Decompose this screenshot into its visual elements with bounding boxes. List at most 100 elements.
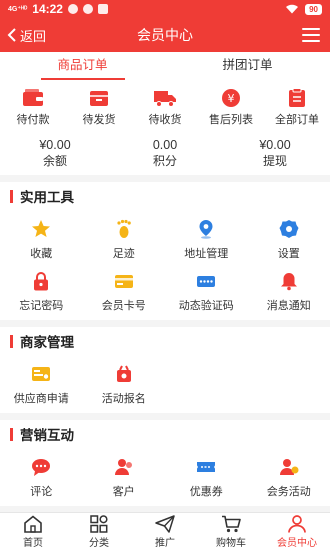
tool-label: 忘记密码 <box>19 300 64 312</box>
marketing-coupons[interactable]: 优惠券 <box>165 452 248 504</box>
chevron-left-icon <box>7 28 16 42</box>
yen-refund-icon: ¥ <box>222 89 240 107</box>
nav-cart[interactable]: 购物车 <box>198 513 264 550</box>
tool-label: 地址管理 <box>184 248 229 260</box>
location-icon <box>199 220 213 239</box>
nav-label: 购物车 <box>216 537 246 549</box>
merchant-label: 供应商申请 <box>13 393 69 405</box>
merchant-event-signup[interactable]: 活动报名 <box>83 359 166 411</box>
marketing-comments[interactable]: 评论 <box>0 452 83 504</box>
home-icon <box>24 514 42 533</box>
back-button[interactable]: 返回 <box>0 26 46 45</box>
tool-label: 收藏 <box>30 248 53 260</box>
bottom-nav: 首页 分类 推广 购物车 会员中心 <box>0 512 330 550</box>
nav-home[interactable]: 首页 <box>0 513 66 550</box>
header-bar: 返回 会员中心 <box>0 18 330 52</box>
section-title: 商家管理 <box>20 335 74 350</box>
tool-label: 足迹 <box>112 248 135 260</box>
tool-settings[interactable]: 设置 <box>248 214 330 266</box>
tools-section: 实用工具 收藏 足迹 地址管理 设置 忘记密码 会员卡号 动态验证码 消息通知 <box>0 182 330 320</box>
marketing-grid: 评论 客户 优惠券 会务活动 <box>0 448 330 506</box>
tools-grid: 收藏 足迹 地址管理 设置 忘记密码 会员卡号 动态验证码 消息通知 <box>0 210 330 320</box>
stat-label: 余额 <box>42 154 67 168</box>
nav-label: 首页 <box>23 537 43 549</box>
stat-points[interactable]: 0.00 积分 <box>115 137 215 169</box>
order-status-to-receive[interactable]: 待收货 <box>132 88 198 127</box>
tool-favorites[interactable]: 收藏 <box>0 214 83 266</box>
category-icon <box>90 514 108 533</box>
tab-group-orders[interactable]: 拼团订单 <box>165 52 330 80</box>
box-icon <box>90 91 108 106</box>
order-status-label: 待收货 <box>148 114 182 126</box>
cart-icon <box>222 515 241 532</box>
stat-value: 0.00 <box>152 138 178 152</box>
clock: 14:22 <box>32 2 63 16</box>
section-accent-bar <box>10 427 13 441</box>
signup-icon <box>116 365 131 382</box>
nav-label: 推广 <box>155 537 175 549</box>
nav-promotion[interactable]: 推广 <box>132 513 198 550</box>
orders-panel: 商品订单 拼团订单 待付款 待发货 待收货 ¥ 售后列表 全部订单 ¥0.00 … <box>0 52 330 175</box>
tab-product-orders[interactable]: 商品订单 <box>0 52 165 80</box>
tool-footprints[interactable]: 足迹 <box>83 214 166 266</box>
stat-balance[interactable]: ¥0.00 余额 <box>5 137 105 169</box>
page-title: 会员中心 <box>137 27 193 43</box>
order-status-label: 待发货 <box>82 114 116 126</box>
nav-category[interactable]: 分类 <box>66 513 132 550</box>
tool-label: 设置 <box>277 248 300 260</box>
marketing-label: 会务活动 <box>266 486 311 498</box>
marketing-label: 客户 <box>112 486 135 498</box>
wallet-icon <box>23 89 43 106</box>
hamburger-line <box>302 40 320 42</box>
order-status-pending-payment[interactable]: 待付款 <box>0 88 66 127</box>
section-header: 营销互动 <box>0 420 330 448</box>
chat-icon <box>32 459 51 476</box>
hamburger-line <box>302 34 320 36</box>
tool-notifications[interactable]: 消息通知 <box>248 266 330 318</box>
section-header: 商家管理 <box>0 327 330 355</box>
stat-withdraw[interactable]: ¥0.00 提现 <box>225 137 325 169</box>
nav-member-center[interactable]: 会员中心 <box>264 513 330 550</box>
nav-label: 分类 <box>89 537 109 549</box>
marketing-meetings[interactable]: 会务活动 <box>248 452 330 504</box>
notification-icon <box>97 4 108 14</box>
star-icon <box>32 220 51 237</box>
stat-value: ¥0.00 <box>259 138 291 152</box>
back-label: 返回 <box>20 28 47 44</box>
tool-label: 会员卡号 <box>101 300 146 312</box>
order-status-label: 全部订单 <box>275 114 319 126</box>
merchant-label: 活动报名 <box>101 393 146 405</box>
tool-forgot-password[interactable]: 忘记密码 <box>0 266 83 318</box>
nav-label: 会员中心 <box>277 537 317 549</box>
card-icon <box>114 275 133 288</box>
bell-icon <box>280 273 297 291</box>
truck-icon <box>154 91 176 107</box>
footprint-icon <box>117 219 131 238</box>
order-status-after-sales[interactable]: ¥ 售后列表 <box>198 88 264 127</box>
order-status-to-ship[interactable]: 待发货 <box>66 88 132 127</box>
tool-address[interactable]: 地址管理 <box>165 214 248 266</box>
tool-dynamic-code[interactable]: 动态验证码 <box>165 266 248 318</box>
svg-text:¥: ¥ <box>228 92 235 105</box>
notification-icon <box>67 4 78 14</box>
marketing-customers[interactable]: 客户 <box>83 452 166 504</box>
order-tabs: 商品订单 拼团订单 <box>0 52 330 80</box>
section-accent-bar <box>10 189 13 203</box>
order-status-all[interactable]: 全部订单 <box>264 88 330 127</box>
merchant-section: 商家管理 供应商申请 活动报名 <box>0 327 330 413</box>
menu-button[interactable] <box>302 28 320 42</box>
paper-plane-icon <box>155 514 175 533</box>
notification-icon <box>82 4 93 14</box>
merchant-supplier-apply[interactable]: 供应商申请 <box>0 359 83 411</box>
supplier-card-icon <box>32 367 51 381</box>
marketing-section: 营销互动 评论 客户 优惠券 会务活动 <box>0 420 330 506</box>
section-title: 实用工具 <box>20 190 74 205</box>
status-bar: 4G⁺ᴴᴰ 14:22 90 <box>0 0 330 18</box>
coupon-icon <box>197 462 216 472</box>
marketing-label: 优惠券 <box>189 486 223 498</box>
tool-label: 动态验证码 <box>178 300 234 312</box>
hamburger-line <box>302 28 320 30</box>
stat-value: ¥0.00 <box>39 138 71 152</box>
merchant-grid: 供应商申请 活动报名 <box>0 355 330 413</box>
tool-member-card[interactable]: 会员卡号 <box>83 266 166 318</box>
